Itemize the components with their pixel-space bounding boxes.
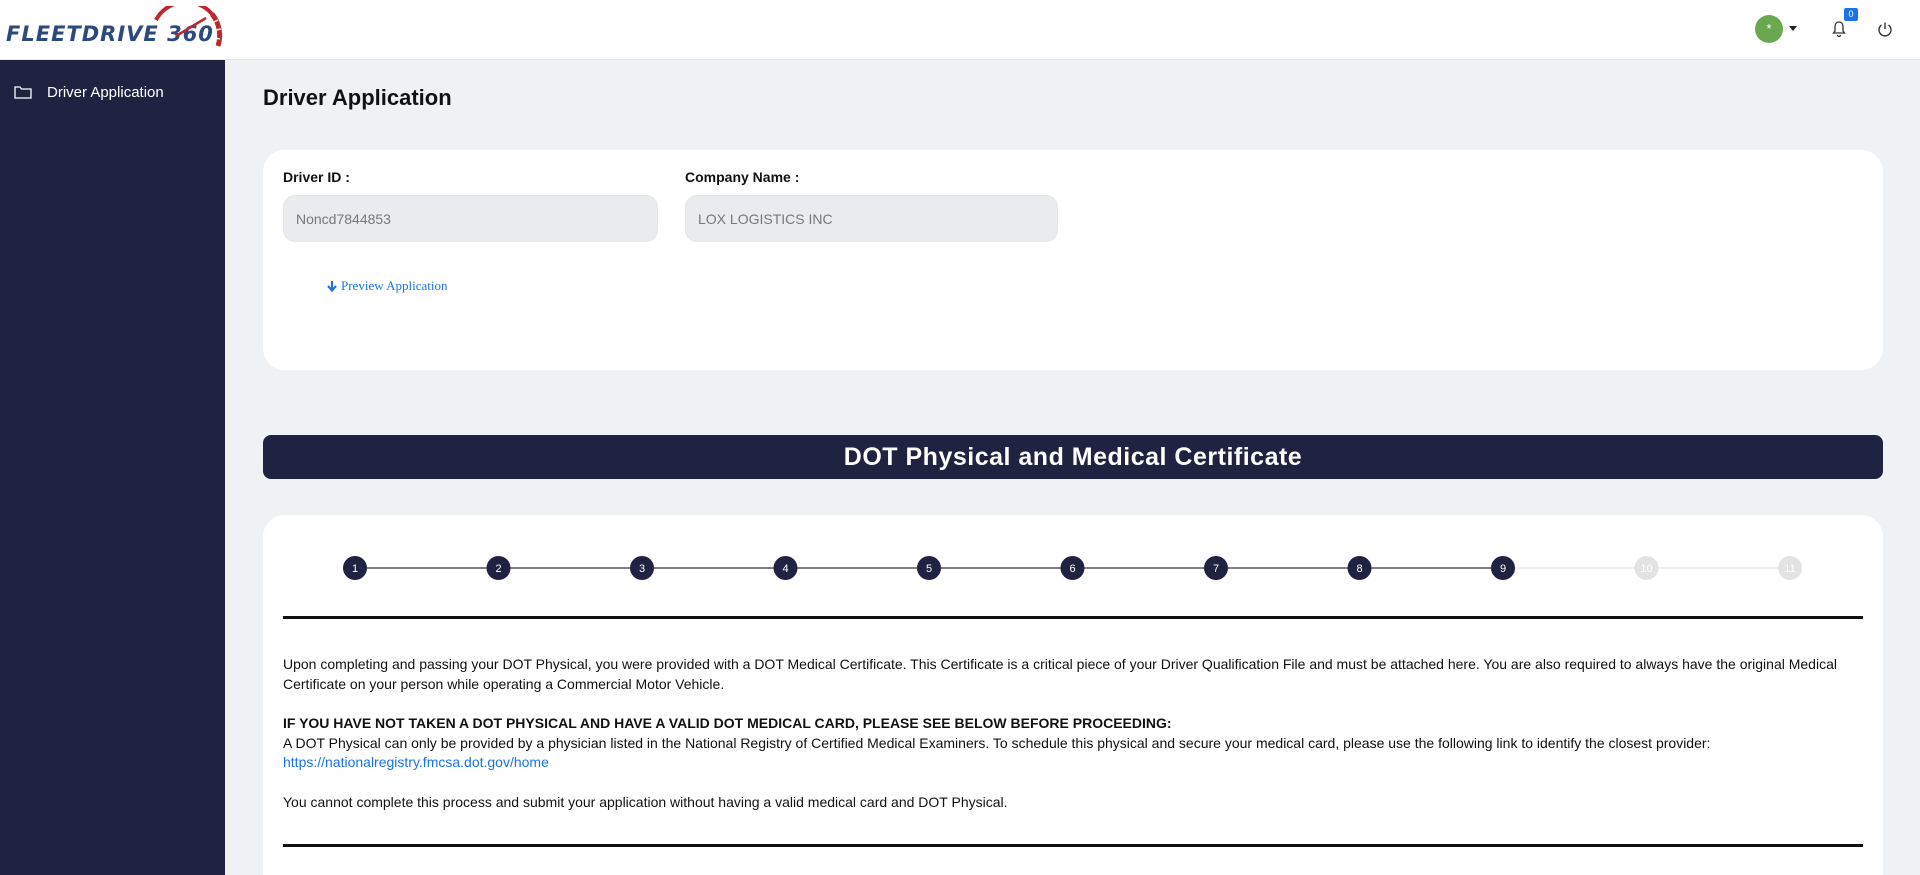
step-10[interactable]: 10 — [1634, 556, 1659, 580]
instructions-text: Upon completing and passing your DOT Phy… — [283, 655, 1863, 812]
progress-stepper: 1 2 3 4 5 6 7 8 9 10 11 — [343, 556, 1802, 580]
section-banner: DOT Physical and Medical Certificate — [263, 435, 1883, 479]
company-name-label: Company Name : — [685, 169, 800, 185]
intro-paragraph: Upon completing and passing your DOT Phy… — [283, 656, 1837, 692]
registry-paragraph: A DOT Physical can only be provided by a… — [283, 734, 1711, 751]
chevron-down-icon[interactable] — [1789, 26, 1797, 31]
step-label: 7 — [1213, 563, 1219, 575]
user-avatar[interactable]: * — [1755, 15, 1783, 43]
divider-bottom — [283, 844, 1863, 847]
driver-info-card: Driver ID : Company Name : Preview Appli… — [263, 150, 1883, 370]
company-name-field[interactable] — [685, 195, 1058, 242]
step-3[interactable]: 3 — [630, 556, 654, 580]
arrow-down-icon — [327, 281, 337, 292]
step-7[interactable]: 7 — [1204, 556, 1228, 580]
sidebar-item-label: Driver Application — [47, 83, 164, 101]
step-label: 4 — [782, 563, 788, 575]
preview-application-label: Preview Application — [341, 278, 448, 293]
sidebar-item-driver-application[interactable]: Driver Application — [14, 80, 164, 104]
step-5[interactable]: 5 — [917, 556, 941, 580]
step-label: 3 — [639, 563, 645, 575]
step-label: 1 — [352, 563, 358, 575]
dot-physical-card: 1 2 3 4 5 6 7 8 9 10 11 Upon completing and passin… — [263, 515, 1883, 875]
step-label: 6 — [1069, 563, 1075, 575]
step-label: 10 — [1640, 563, 1652, 575]
step-label: 11 — [1784, 563, 1795, 575]
notification-badge: 0 — [1844, 8, 1858, 21]
driver-id-label: Driver ID : — [283, 169, 350, 185]
step-label: 5 — [926, 563, 932, 575]
sidebar: Driver Application — [0, 60, 225, 875]
driver-id-field[interactable] — [283, 195, 658, 242]
step-9[interactable]: 9 — [1491, 556, 1515, 580]
national-registry-link[interactable]: https://nationalregistry.fmcsa.dot.gov/h… — [283, 754, 549, 770]
step-2[interactable]: 2 — [486, 556, 511, 580]
divider-top — [283, 616, 1863, 619]
step-8[interactable]: 8 — [1347, 556, 1372, 580]
step-label: 2 — [495, 563, 501, 575]
step-label: 8 — [1356, 563, 1362, 575]
step-label: 9 — [1500, 563, 1506, 575]
fleetdrive-logo[interactable]: FLEETDRIVE 360 — [6, 6, 226, 52]
folder-icon — [14, 86, 32, 99]
warning-heading: IF YOU HAVE NOT TAKEN A DOT PHYSICAL AND… — [283, 715, 1172, 731]
page-title: Driver Application — [263, 85, 452, 110]
top-header: FLEETDRIVE 360 * 0 — [0, 0, 1920, 60]
bell-icon[interactable] — [1831, 20, 1847, 38]
step-4[interactable]: 4 — [773, 556, 798, 580]
requirement-paragraph: You cannot complete this process and sub… — [283, 793, 1008, 810]
power-icon[interactable] — [1877, 21, 1893, 37]
step-11[interactable]: 11 — [1778, 556, 1802, 580]
preview-application-link[interactable]: Preview Application — [326, 278, 448, 294]
step-6[interactable]: 6 — [1060, 556, 1085, 580]
step-1[interactable]: 1 — [343, 556, 367, 580]
speedometer-logo-icon — [154, 6, 223, 47]
